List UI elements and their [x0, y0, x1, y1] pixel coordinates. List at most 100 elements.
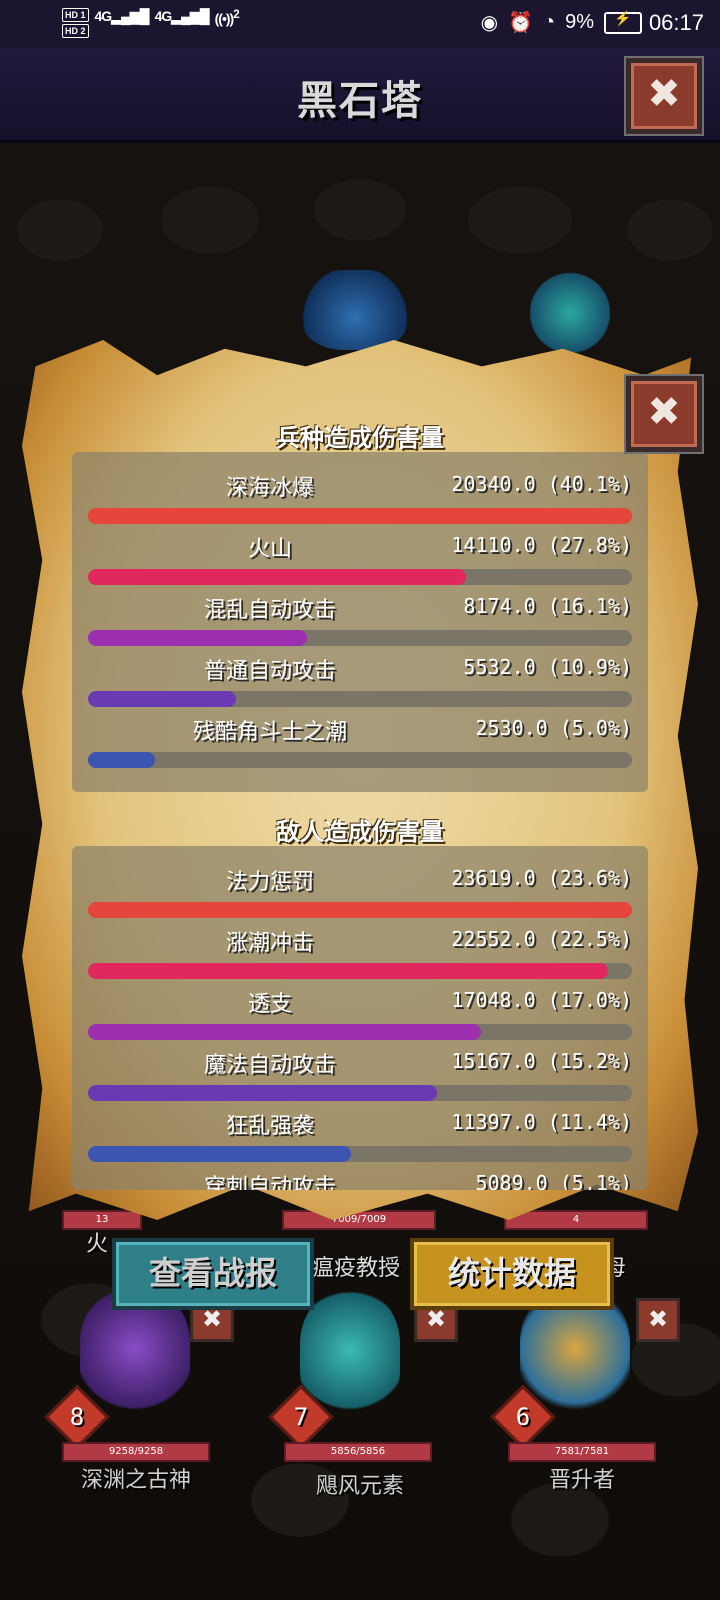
unit-1-name: 深渊之古神 [80, 1468, 191, 1493]
enemy-damage-damage-bar-track [88, 902, 632, 918]
enemy-damage-skill-name: 透支 [247, 992, 292, 1017]
own-damage-damage-value: 5532.0 (10.9%) [463, 655, 632, 679]
unit-2-hp: 5856/5856 [330, 1446, 386, 1457]
own-damage-damage-bar-fill [88, 508, 632, 524]
speed-icon: ◔ [543, 11, 556, 33]
unit-2-level: 7 [293, 1403, 309, 1431]
own-damage-panel[interactable]: 深海冰爆 20340.0 (40.1%) 火山 14110.0 (27.8%) 混乱自动… [72, 452, 648, 792]
battery-percent: 9% [565, 11, 594, 33]
enemy-damage-damage-value: 5089.0 (5.1%) [475, 1171, 632, 1190]
enemy-damage-damage-value: 17048.0 (17.0%) [451, 988, 632, 1012]
enemy-damage-skill-name: 穿刺自动攻击 [203, 1175, 336, 1190]
enemy-damage-damage-bar-fill [88, 902, 632, 918]
enemy-damage-damage-bar-track [88, 1146, 632, 1162]
signal-1-icon: 4G▂▄▆█ [94, 8, 150, 24]
own-damage-row: 火山 14110.0 (27.8%) [88, 531, 632, 593]
left-unit-hp: 13 [95, 1214, 109, 1225]
remove-unit-3-button[interactable]: ✖ [636, 1298, 680, 1342]
own-damage-skill-name: 火山 [247, 537, 292, 562]
enemy-damage-damage-value: 22552.0 (22.5%) [451, 927, 632, 951]
own-damage-damage-bar-track [88, 569, 632, 585]
enemy-damage-row: 魔法自动攻击 15167.0 (15.2%) [88, 1047, 632, 1109]
naga-queen-sprite [530, 268, 610, 358]
own-damage-damage-value: 14110.0 (27.8%) [451, 533, 632, 557]
own-damage-skill-name: 普通自动攻击 [203, 659, 336, 684]
enemy-damage-row: 狂乱强袭 11397.0 (11.4%) [88, 1108, 632, 1170]
right-unit-hp: 4 [572, 1214, 580, 1225]
unit-1-hp-bar: 9258/9258 [62, 1442, 210, 1462]
status-left: HD 1 HD 2 4G▂▄▆█ 4G▂▄▆█ ((•))2 [62, 8, 240, 40]
own-damage-damage-bar-fill [88, 691, 236, 707]
own-damage-damage-value: 2530.0 (5.0%) [475, 716, 632, 740]
title-bar: 黑石塔 [0, 48, 720, 143]
own-damage-damage-bar-track [88, 508, 632, 524]
unit-3-hp-bar: 7581/7581 [508, 1442, 656, 1462]
clock: 06:17 [648, 10, 704, 35]
eye-icon: ◉ [480, 12, 499, 34]
hotspot-icon: ((•))2 [214, 8, 240, 27]
enemy-damage-damage-bar-fill [88, 1146, 351, 1162]
view-report-button[interactable]: 查看战报 [112, 1238, 314, 1310]
signal-1-label: 4G [94, 8, 113, 24]
enemy-damage-row: 法力惩罚 23619.0 (23.6%) [88, 864, 632, 926]
enemy-damage-damage-bar-fill [88, 963, 608, 979]
hd2-badge: HD 2 [62, 24, 89, 38]
own-damage-row: 混乱自动攻击 8174.0 (16.1%) [88, 592, 632, 654]
own-damage-damage-value: 8174.0 (16.1%) [463, 594, 632, 618]
enemy-damage-damage-value: 11397.0 (11.4%) [451, 1110, 632, 1134]
own-damage-row: 普通自动攻击 5532.0 (10.9%) [88, 653, 632, 715]
statistics-button[interactable]: 统计数据 [410, 1238, 614, 1310]
unit-1-level: 8 [69, 1403, 85, 1431]
hotspot-count: 2 [233, 8, 240, 21]
hd1-badge: HD 1 [62, 8, 89, 22]
own-damage-damage-bar-fill [88, 752, 156, 768]
battery-icon [604, 10, 642, 34]
enemy-damage-skill-name: 狂乱强袭 [225, 1114, 314, 1139]
enemy-damage-damage-bar-track [88, 1085, 632, 1101]
close-icon: ✖ [647, 1305, 669, 1333]
enemy-damage-row: 穿刺自动攻击 5089.0 (5.1%) [88, 1169, 632, 1190]
enemy-damage-row: 透支 17048.0 (17.0%) [88, 986, 632, 1048]
own-damage-damage-bar-fill [88, 630, 307, 646]
own-damage-row: 深海冰爆 20340.0 (40.1%) [88, 470, 632, 532]
unit-2-name: 飓风元素 [315, 1474, 404, 1499]
own-damage-skill-name: 混乱自动攻击 [203, 598, 336, 623]
own-damage-skill-name: 残酷角斗士之潮 [192, 720, 347, 745]
status-right: ◉ ⏰ ◔ 9% [481, 10, 642, 35]
unit-2-hp-bar: 5856/5856 [284, 1442, 432, 1462]
enemy-damage-damage-bar-fill [88, 1024, 481, 1040]
middle-unit-hp-bar: 7009/7009 [282, 1210, 436, 1230]
middle-unit-name: 瘟疫教授 [312, 1256, 401, 1281]
enemy-damage-skill-name: 魔法自动攻击 [203, 1053, 336, 1078]
enemy-damage-row: 涨潮冲击 22552.0 (22.5%) [88, 925, 632, 987]
own-damage-damage-bar-track [88, 630, 632, 646]
left-unit-name: 火 [86, 1232, 109, 1257]
signal-2-icon: 4G▂▄▆█ [154, 8, 210, 24]
status-bar: HD 1 HD 2 4G▂▄▆█ 4G▂▄▆█ ((•))2 ◉ ⏰ ◔ 9% … [0, 0, 720, 48]
unit-3-name: 晋升者 [548, 1468, 615, 1493]
close-icon: ✖ [647, 389, 681, 435]
alarm-icon: ⏰ [508, 12, 533, 34]
enemy-damage-damage-bar-track [88, 1024, 632, 1040]
enemy-damage-damage-value: 15167.0 (15.2%) [451, 1049, 632, 1073]
hd-indicators: HD 1 HD 2 [62, 8, 89, 40]
unit-1-hp: 9258/9258 [108, 1446, 164, 1457]
scroll-close-button[interactable]: ✖ [626, 376, 702, 452]
enemy-damage-skill-name: 法力惩罚 [225, 870, 314, 895]
own-damage-damage-bar-track [88, 752, 632, 768]
close-button[interactable]: ✖ [626, 58, 702, 134]
enemy-damage-damage-bar-fill [88, 1085, 438, 1101]
enemy-damage-damage-value: 23619.0 (23.6%) [451, 866, 632, 890]
page-title: 黑石塔 [297, 78, 423, 124]
unit-3-hp: 7581/7581 [554, 1446, 610, 1457]
enemy-damage-panel[interactable]: 法力惩罚 23619.0 (23.6%) 涨潮冲击 22552.0 (22.5%) 透支… [72, 846, 648, 1190]
enemy-damage-skill-name: 涨潮冲击 [225, 931, 314, 956]
signal-2-label: 4G [154, 8, 173, 24]
own-damage-row: 残酷角斗士之潮 2530.0 (5.0%) [88, 714, 632, 776]
own-damage-damage-bar-track [88, 691, 632, 707]
unit-3-level: 6 [515, 1403, 531, 1431]
own-damage-damage-value: 20340.0 (40.1%) [451, 472, 632, 496]
dragon-sprite [300, 270, 410, 350]
close-icon: ✖ [647, 71, 681, 117]
enemy-damage-damage-bar-track [88, 963, 632, 979]
